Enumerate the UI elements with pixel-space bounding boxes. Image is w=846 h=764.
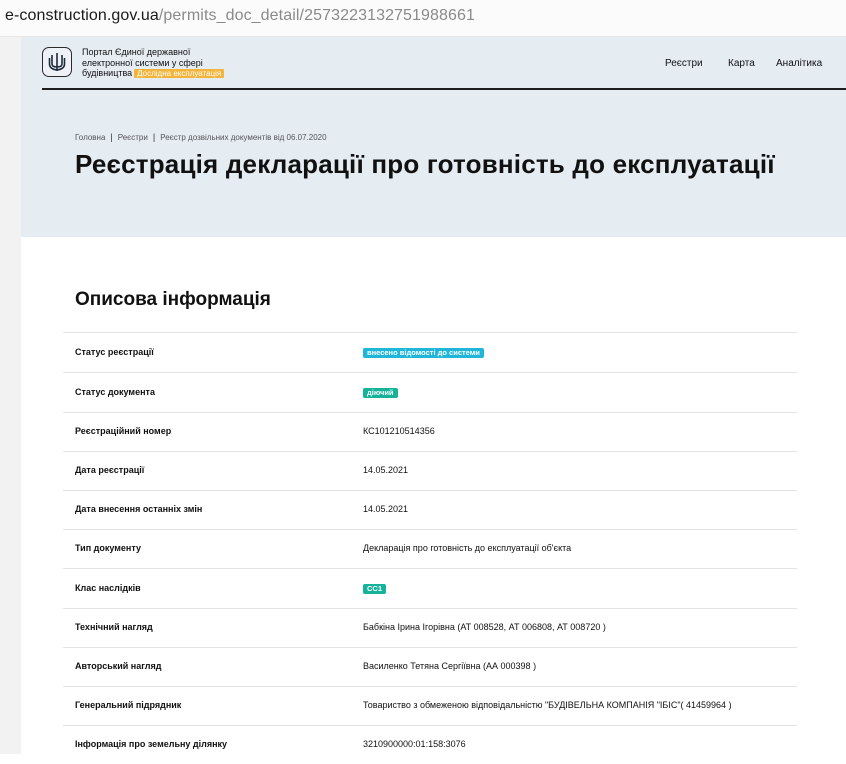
row-value: 14.05.2021	[363, 504, 409, 514]
table-row: Генеральний підрядник Товариство з обмеже…	[63, 686, 797, 725]
breadcrumb-separator: |	[152, 132, 156, 142]
row-label: Дата реєстрації	[75, 465, 145, 475]
breadcrumb: Головна | Реєстри | Реєстр дозвільних докуме…	[75, 132, 327, 142]
row-label: Інформація про земельну ділянку	[75, 739, 228, 749]
row-label: Дата внесення останніх змін	[75, 504, 203, 514]
breadcrumb-separator: |	[110, 132, 113, 142]
breadcrumb-registries[interactable]: Реєстри	[118, 133, 148, 142]
portal-line-3-wrap: будівництва Дослідна експлуатація	[82, 68, 225, 79]
table-row: Технічний нагляд Бабкіна Ірина Ігорівна (…	[63, 608, 797, 647]
trident-icon	[48, 53, 66, 71]
site-header: Портал Єдиної державної електронної сист…	[42, 37, 846, 90]
portal-name[interactable]: Портал Єдиної державної електронної сист…	[82, 47, 225, 79]
portal-line-2: електронної системи у сфері	[82, 57, 203, 68]
row-label: Клас наслідків	[75, 582, 141, 593]
row-value: Товариство з обмеженою відповідальністю …	[363, 700, 732, 710]
url-domain: e-construction.gov.ua	[5, 7, 159, 24]
table-row: Дата внесення останніх змін 14.05.2021	[63, 490, 797, 529]
breadcrumb-permits-registry[interactable]: Реєстр дозвільних документів від 06.07.2…	[160, 133, 326, 142]
status-badge: діючий	[363, 387, 398, 398]
section-title: Описова інформація	[75, 289, 271, 310]
row-label: Статус документа	[75, 386, 155, 397]
beta-badge: Дослідна експлуатація	[134, 69, 225, 78]
table-row: Клас наслідків СС1	[63, 568, 797, 608]
table-row: Тип документу Декларація про готовність д…	[63, 529, 797, 568]
row-value: діючий	[363, 387, 398, 398]
nav-registries[interactable]: Реєстри	[665, 58, 703, 69]
table-row: Дата реєстрації 14.05.2021	[63, 451, 797, 490]
left-margin	[0, 37, 21, 754]
row-value: КС101210514356	[363, 426, 435, 436]
row-value: Василенко Тетяна Сергіївна (АА 000398 )	[363, 661, 537, 671]
url-text[interactable]: e-construction.gov.ua/permits_doc_detail…	[5, 7, 475, 25]
info-table: Статус реєстрації внесено відомості до си…	[63, 332, 797, 764]
url-path: /permits_doc_detail/2573223132751988661	[158, 7, 476, 24]
table-row: Реєстраційний номер КС101210514356	[63, 412, 797, 451]
breadcrumb-home[interactable]: Головна	[75, 133, 105, 142]
row-value: 3210900000:01:158:3076	[363, 739, 466, 749]
table-row: Статус реєстрації внесено відомості до си…	[63, 332, 797, 372]
nav-map[interactable]: Карта	[728, 58, 755, 69]
row-label: Реєстраційний номер	[75, 426, 172, 436]
nav-analytics[interactable]: Аналітика	[776, 58, 822, 69]
portal-logo[interactable]	[42, 47, 72, 77]
status-badge: СС1	[363, 583, 387, 594]
table-row: Авторський нагляд Василенко Тетяна Сергії…	[63, 647, 797, 686]
portal-line-3: будівництва	[82, 68, 133, 78]
page-title: Реєстрація декларації про готовність до …	[75, 149, 775, 179]
row-label: Статус реєстрації	[75, 346, 154, 357]
row-value: СС1	[363, 583, 387, 594]
row-value: внесено відомості до системи	[363, 347, 484, 358]
address-bar[interactable]: e-construction.gov.ua/permits_doc_detail…	[0, 0, 846, 37]
portal-line-1: Портал Єдиної державної	[82, 47, 191, 57]
row-label: Технічний нагляд	[75, 622, 153, 632]
status-badge: внесено відомості до системи	[363, 347, 484, 358]
row-value: Бабкіна Ірина Ігорівна (АТ 008528, АТ 00…	[363, 622, 606, 632]
table-row: Інформація про земельну ділянку 321090000…	[63, 725, 797, 764]
row-label: Тип документу	[75, 543, 141, 553]
row-label: Генеральний підрядник	[75, 700, 182, 710]
table-row: Статус документа діючий	[63, 372, 797, 412]
row-value: 14.05.2021	[363, 465, 409, 475]
row-label: Авторський нагляд	[75, 661, 162, 671]
row-value: Декларація про готовність до експлуатаці…	[363, 543, 572, 553]
